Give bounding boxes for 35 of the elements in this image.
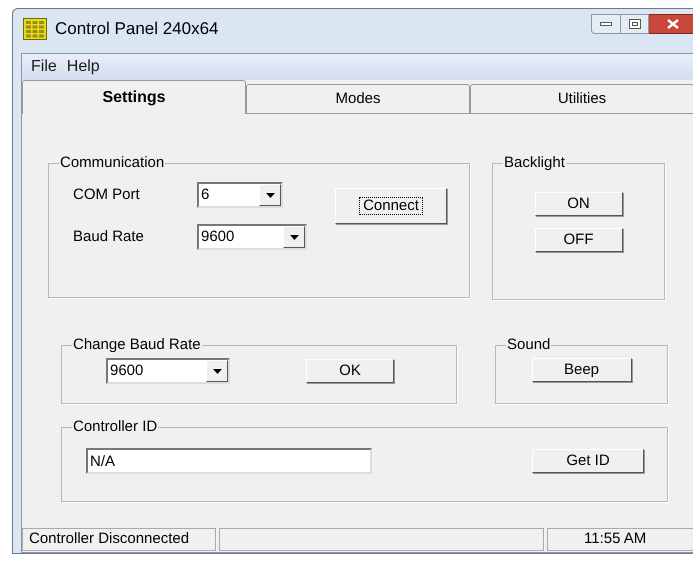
app-icon [23,18,47,40]
close-button[interactable] [649,14,693,34]
group-title: Sound [506,336,552,354]
minimize-icon [600,22,612,26]
group-title: Communication [59,154,166,172]
tab[interactable]: Modes [246,84,470,114]
group-title: Backlight [503,154,566,172]
menu-item[interactable]: File [27,55,61,79]
maximize-button[interactable] [621,14,649,34]
dropdown-arrow-icon [266,192,274,198]
minimize-button[interactable] [591,14,621,34]
status-time: 11:55 AM [547,528,693,551]
push-button[interactable]: OFF [534,228,622,252]
push-button[interactable]: Beep [532,358,632,382]
tab[interactable]: Utilities [470,84,693,114]
push-button[interactable]: OK [306,359,394,383]
push-button[interactable]: Get ID [532,449,644,473]
controller-id-field[interactable]: N/A [86,448,372,474]
dropdown-arrow-icon [290,234,298,240]
dropdown-field[interactable]: 9600 [197,224,307,250]
group-title: Change Baud Rate [72,336,202,354]
dropdown-arrow-icon [212,368,222,374]
status-text: Controller Disconnected [22,528,216,551]
baud-rate-label: Baud Rate [73,226,145,247]
dropdown-field[interactable]: 9600 [106,358,230,384]
window-title: Control Panel 240x64 [55,18,219,40]
dropdown-field[interactable]: 6 [197,182,283,208]
group-title: Controller ID [72,418,158,436]
close-icon [666,19,678,29]
maximize-icon [628,19,640,29]
tab[interactable]: Settings [22,80,246,114]
push-button[interactable]: ON [534,192,622,216]
push-button[interactable]: Connect [335,188,447,224]
com-port-label: COM Port [73,184,141,205]
menu-item[interactable]: Help [62,55,104,79]
